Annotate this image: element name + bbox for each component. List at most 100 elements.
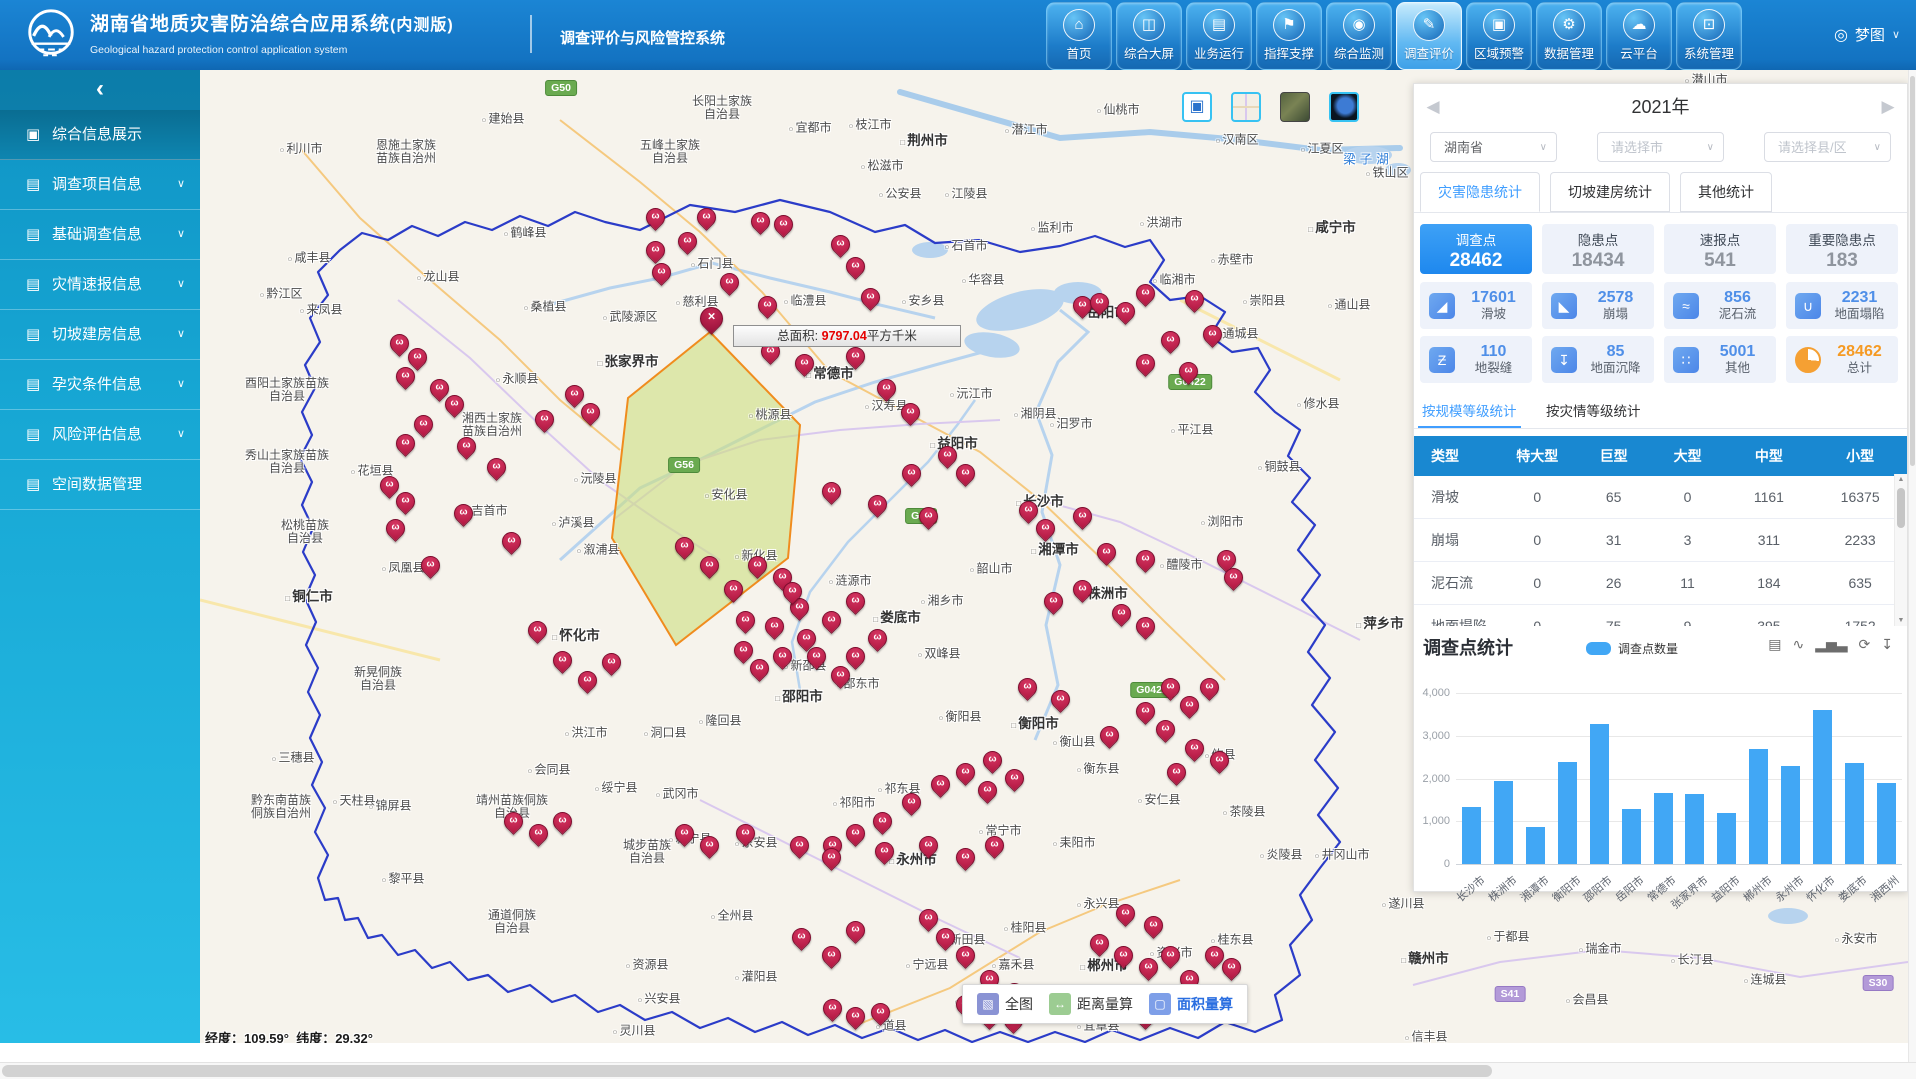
map-label: 通道侗族自治县: [488, 909, 536, 935]
table-row: 滑坡0650116116375: [1414, 476, 1907, 519]
map-label: 咸丰县: [287, 249, 330, 266]
panel-tab-1[interactable]: 灾害隐患统计: [1420, 172, 1540, 212]
sidebar-item-8[interactable]: ▤空间数据管理: [0, 460, 200, 510]
chart-bar[interactable]: [1494, 781, 1513, 864]
next-year-button[interactable]: ▶: [1873, 92, 1903, 122]
region-select-1[interactable]: 湖南省∨: [1430, 132, 1557, 162]
scale-tab-2[interactable]: 按灾情等级统计: [1546, 400, 1641, 420]
nav-label: 指挥支撑: [1257, 43, 1321, 62]
previous-year-button[interactable]: ◀: [1418, 92, 1448, 122]
nav-item-system[interactable]: ⊡系统管理: [1676, 2, 1742, 70]
nav-item-warning[interactable]: ▣区域预警: [1466, 2, 1532, 70]
hazard-label: 滑坡: [1455, 307, 1532, 322]
line-chart-icon[interactable]: ∿: [1792, 636, 1804, 653]
table-header-cell: 巨型: [1577, 436, 1651, 476]
chart-legend[interactable]: 调查点数量: [1586, 640, 1678, 657]
region-select-3[interactable]: 请选择县/区∨: [1764, 132, 1891, 162]
nav-item-home[interactable]: ⌂首页: [1046, 2, 1112, 70]
vertical-scrollbar[interactable]: [1908, 70, 1916, 1062]
app-title-suffix: (内测版): [390, 17, 454, 34]
stat-card-label: 重要隐患点: [1786, 229, 1898, 249]
chart-bar[interactable]: [1654, 793, 1673, 864]
user-menu[interactable]: ◎ 梦图 ∨: [1834, 24, 1900, 45]
sidebar-item-3[interactable]: ▤基础调查信息∨: [0, 210, 200, 260]
stat-card-调查点[interactable]: 调查点28462: [1420, 224, 1532, 274]
chart-bar[interactable]: [1845, 763, 1864, 864]
tool-icon: ↔: [1049, 993, 1071, 1015]
hazard-stat-地面沉降: ↧85地面沉降: [1542, 336, 1654, 383]
scroll-down-arrow[interactable]: ▼: [1895, 617, 1907, 624]
sidebar-item-5[interactable]: ▤切坡建房信息∨: [0, 310, 200, 360]
stat-card-隐患点[interactable]: 隐患点18434: [1542, 224, 1654, 274]
nav-item-big-screen[interactable]: ◫综合大屏: [1116, 2, 1182, 70]
table-cell: 311: [1725, 519, 1814, 562]
chart-bar[interactable]: [1526, 827, 1545, 864]
map-label: 全州县: [710, 907, 753, 924]
download-icon[interactable]: ↧: [1881, 636, 1893, 653]
region-select-2[interactable]: 请选择市∨: [1597, 132, 1724, 162]
hazard-value: 110: [1455, 343, 1532, 361]
panel-tab-3[interactable]: 其他统计: [1680, 172, 1772, 212]
hazard-label: 地裂缝: [1455, 361, 1532, 376]
bar-chart-icon[interactable]: ▂▅▃: [1815, 636, 1847, 653]
nav-item-cloud[interactable]: ☁云平台: [1606, 2, 1672, 70]
chart-bar[interactable]: [1558, 762, 1577, 864]
nav-item-survey[interactable]: ✎调查评价: [1396, 2, 1462, 70]
panel-tab-2[interactable]: 切坡建房统计: [1550, 172, 1670, 212]
scrollbar-thumb[interactable]: [1897, 488, 1905, 528]
scroll-up-arrow[interactable]: ▲: [1895, 476, 1907, 483]
nav-label: 云平台: [1607, 43, 1671, 62]
map-label: 嘉禾县: [991, 956, 1034, 973]
chart-bar[interactable]: [1462, 807, 1481, 864]
stat-card-重要隐患点[interactable]: 重要隐患点183: [1786, 224, 1898, 274]
map-label: 衡东县: [1076, 760, 1119, 777]
nav-item-monitor[interactable]: ◉综合监测: [1326, 2, 1392, 70]
table-cell: 184: [1725, 562, 1814, 605]
map-label: 湘乡市: [920, 592, 963, 609]
satellite-map-thumbnail[interactable]: [1280, 92, 1310, 122]
nav-label: 综合监测: [1327, 43, 1391, 62]
hazard-stat-崩塌: ◣2578崩塌: [1542, 282, 1654, 329]
layers-button[interactable]: ▣: [1182, 92, 1212, 122]
map-label: 鹤峰县: [503, 224, 546, 241]
map-label: 龙山县: [416, 268, 459, 285]
chart-bar[interactable]: [1622, 809, 1641, 864]
stat-card-速报点[interactable]: 速报点541: [1664, 224, 1776, 274]
chart-bar[interactable]: [1749, 749, 1768, 864]
chart-bar[interactable]: [1685, 794, 1704, 864]
data-view-icon[interactable]: ▤: [1768, 636, 1781, 653]
chart-bar[interactable]: [1781, 766, 1800, 864]
sidebar-item-2[interactable]: ▤调查项目信息∨: [0, 160, 200, 210]
nav-item-command[interactable]: ⚑指挥支撑: [1256, 2, 1322, 70]
scale-tab-1[interactable]: 按规模等级统计: [1422, 400, 1517, 420]
map-label: 锦屏县: [368, 797, 411, 814]
map-label: 新晃侗族自治县: [354, 666, 402, 692]
chart-bar[interactable]: [1813, 710, 1832, 864]
sidebar-item-4[interactable]: ▤灾情速报信息∨: [0, 260, 200, 310]
chart-bar[interactable]: [1590, 724, 1609, 864]
nav-item-data[interactable]: ⚙数据管理: [1536, 2, 1602, 70]
sidebar-item-7[interactable]: ▤风险评估信息∨: [0, 410, 200, 460]
sidebar: ‹ ▣综合信息展示▤调查项目信息∨▤基础调查信息∨▤灾情速报信息∨▤切坡建房信息…: [0, 70, 200, 1043]
map-label: 隆回县: [698, 712, 741, 729]
sidebar-item-1[interactable]: ▣综合信息展示: [0, 110, 200, 160]
earth-map-thumbnail[interactable]: [1329, 92, 1359, 122]
chart-bar[interactable]: [1717, 813, 1736, 864]
map-tool-全图[interactable]: ▧全图: [977, 993, 1033, 1015]
street-map-thumbnail[interactable]: [1231, 92, 1261, 122]
vscroll-thumb[interactable]: [1910, 76, 1915, 466]
hazard-value: 17601: [1455, 289, 1532, 307]
map-tool-距离量算[interactable]: ↔距离量算: [1049, 993, 1133, 1015]
horizontal-scrollbar[interactable]: [0, 1062, 1916, 1079]
y-axis-tick: 1,000: [1416, 815, 1450, 827]
map-label: 长阳土家族自治县: [692, 95, 752, 121]
sidebar-collapse-button[interactable]: ‹: [0, 70, 200, 110]
nav-item-business[interactable]: ▤业务运行: [1186, 2, 1252, 70]
map-label: 涟源市: [828, 572, 871, 589]
chart-bar[interactable]: [1877, 783, 1896, 864]
map-tool-面积量算[interactable]: ▢面积量算: [1149, 993, 1233, 1015]
sidebar-item-6[interactable]: ▤孕灾条件信息∨: [0, 360, 200, 410]
hscroll-thumb[interactable]: [2, 1065, 1492, 1077]
refresh-icon[interactable]: ⟳: [1859, 636, 1871, 653]
hazard-text: 2231地面塌陷: [1821, 289, 1898, 322]
